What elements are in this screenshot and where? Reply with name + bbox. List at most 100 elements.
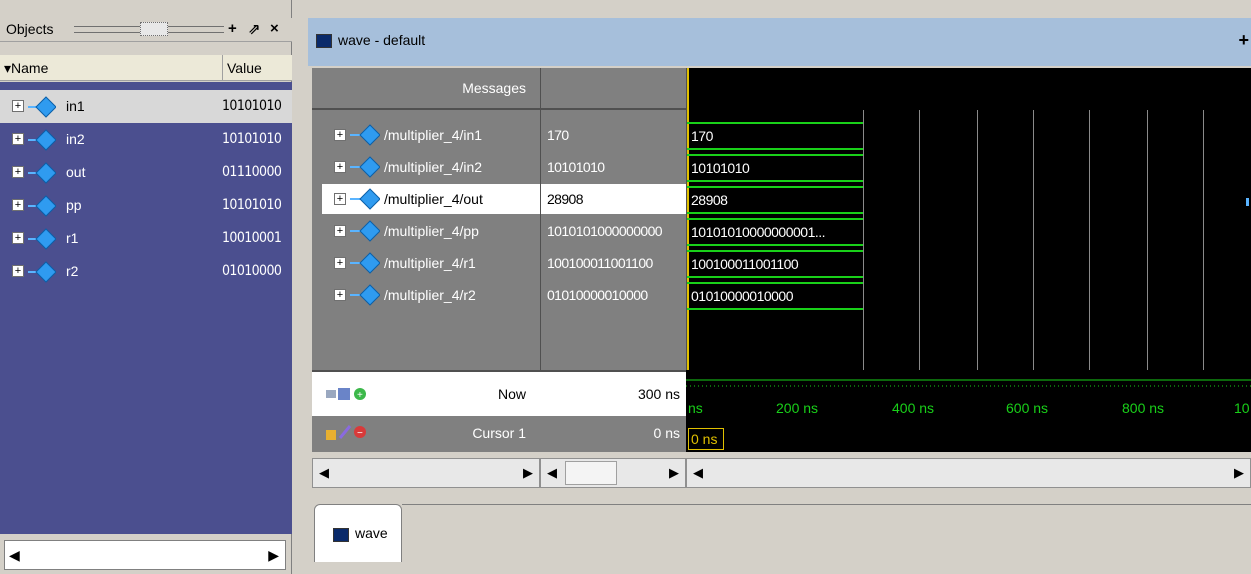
scroll-right-icon[interactable]: ▶ [1234,465,1244,481]
tab-wave[interactable]: wave [314,504,402,562]
now-toolbar-icons[interactable]: + [326,384,372,407]
object-value: 10010001 [222,230,282,246]
expand-icon[interactable]: + [334,257,346,269]
tick-label: ns [688,400,703,416]
wave-bottom [687,308,863,310]
scroll-right-icon[interactable]: ▶ [268,547,279,564]
expand-icon[interactable]: + [334,289,346,301]
tick-label: 200 ns [776,400,819,416]
drag-handle[interactable] [140,22,168,36]
scroll-left-icon[interactable]: ◀ [547,465,557,481]
signal-diamond-icon [350,252,380,274]
signal-row-in1[interactable]: + /multiplier_4/in1 [322,120,540,150]
scroll-thumb[interactable] [565,461,617,485]
tick-label: 600 ns [1006,400,1049,416]
grid-line [1203,110,1204,370]
scroll-left-icon[interactable]: ◀ [319,465,329,481]
objects-panel: Objects + ⇗ × ▾Name Value + in1 10101010… [0,0,292,574]
signal-diamond-icon [350,124,380,146]
svg-text:+: + [357,390,363,401]
signal-name: /multiplier_4/r2 [384,287,476,303]
close-icon[interactable]: × [270,20,279,37]
expand-icon[interactable]: + [334,225,346,237]
wave-value-label: 01010000010000 [691,288,794,304]
add-icon[interactable]: + [1238,30,1249,51]
expand-icon[interactable]: + [12,232,24,244]
wave-top [687,186,863,188]
signal-value-in2: 10101010 [541,152,687,182]
expand-icon[interactable]: + [12,265,24,277]
signal-diamond-icon [28,261,56,283]
tab-bar-line [402,504,1251,505]
object-row-r2[interactable]: + r2 01010000 [0,255,292,288]
wave-window-icon [316,34,332,48]
cursor-tools-icon[interactable]: − [326,422,372,442]
object-row-pp[interactable]: + pp 10101010 [0,189,292,222]
wave-top [687,250,863,252]
wave-top [687,154,863,156]
signal-row-r1[interactable]: + /multiplier_4/r1 [322,248,540,278]
undock-icon[interactable]: ⇗ [248,20,261,38]
add-icon[interactable]: + [228,20,237,37]
cursor-marker[interactable]: 0 ns [688,428,724,450]
cursor-row: − Cursor 1 [312,416,540,452]
timeline-ruler[interactable]: ns 200 ns 400 ns 600 ns 800 ns 10 0 ns [686,370,1251,452]
names-horizontal-scrollbar[interactable]: ◀ ▶ [312,458,540,488]
object-name: in1 [66,98,85,114]
signal-name: /multiplier_4/in2 [384,159,483,175]
signal-row-pp[interactable]: + /multiplier_4/pp [322,216,540,246]
marker-icon [1246,198,1249,206]
values-horizontal-scrollbar[interactable]: ◀ ▶ [540,458,686,488]
name-column-header[interactable]: ▾Name [4,60,48,77]
expand-icon[interactable]: + [334,161,346,173]
signal-value-r1: 100100011001100 [541,248,687,278]
signal-name: /multiplier_4/out [384,191,483,207]
object-value: 10101010 [222,197,282,213]
time-tools-icon[interactable]: + [326,384,372,404]
grid-line [863,110,864,370]
objects-title: Objects [6,21,54,37]
now-label: Now [497,386,526,402]
grid-line [919,110,920,370]
signal-value: 10101010 [547,159,605,175]
object-row-in2[interactable]: + in2 10101010 [0,123,292,156]
signal-value: 1010101000000000 [547,223,663,239]
wave-title: wave - default [338,32,426,48]
tick-label: 800 ns [1122,400,1165,416]
values-header [541,68,687,110]
expand-icon[interactable]: + [12,166,24,178]
scroll-right-icon[interactable]: ▶ [669,465,679,481]
tab-label: wave [355,525,388,541]
grid-line [1033,110,1034,370]
scroll-left-icon[interactable]: ◀ [693,465,703,481]
expand-icon[interactable]: + [12,199,24,211]
ruler-ticks [686,379,1251,387]
object-row-r1[interactable]: + r1 10010001 [0,222,292,255]
wave-value-label: 28908 [691,192,728,208]
signal-row-out[interactable]: + /multiplier_4/out [322,184,540,214]
signal-value-r2: 01010000010000 [541,280,687,310]
object-name: r2 [66,263,79,279]
signal-diamond-icon [28,96,56,118]
signal-diamond-icon [28,228,56,250]
wave-title-bar: wave - default + [308,18,1251,66]
signal-value-pp: 1010101000000000 [541,216,687,246]
expand-icon[interactable]: + [334,129,346,141]
object-row-out[interactable]: + out 01110000 [0,156,292,189]
signal-name: /multiplier_4/in1 [384,127,483,143]
expand-icon[interactable]: + [334,193,346,205]
waveform-area[interactable]: 170 10101010 28908 10101010000000001... … [686,68,1251,370]
expand-icon[interactable]: + [12,133,24,145]
cursor-label: Cursor 1 [472,425,526,441]
signal-row-r2[interactable]: + /multiplier_4/r2 [322,280,540,310]
scroll-right-icon[interactable]: ▶ [523,465,533,481]
signal-row-in2[interactable]: + /multiplier_4/in2 [322,152,540,182]
expand-icon[interactable]: + [12,100,24,112]
objects-horizontal-scrollbar[interactable]: ◀ ▶ [4,540,286,570]
scroll-left-icon[interactable]: ◀ [9,547,20,564]
object-row-in1[interactable]: + in1 10101010 [0,90,292,123]
wave-horizontal-scrollbar[interactable]: ◀ ▶ [686,458,1251,488]
value-column-header[interactable]: Value [222,55,262,81]
signal-diamond-icon [28,162,56,184]
cursor-toolbar-icons[interactable]: − [326,422,372,445]
